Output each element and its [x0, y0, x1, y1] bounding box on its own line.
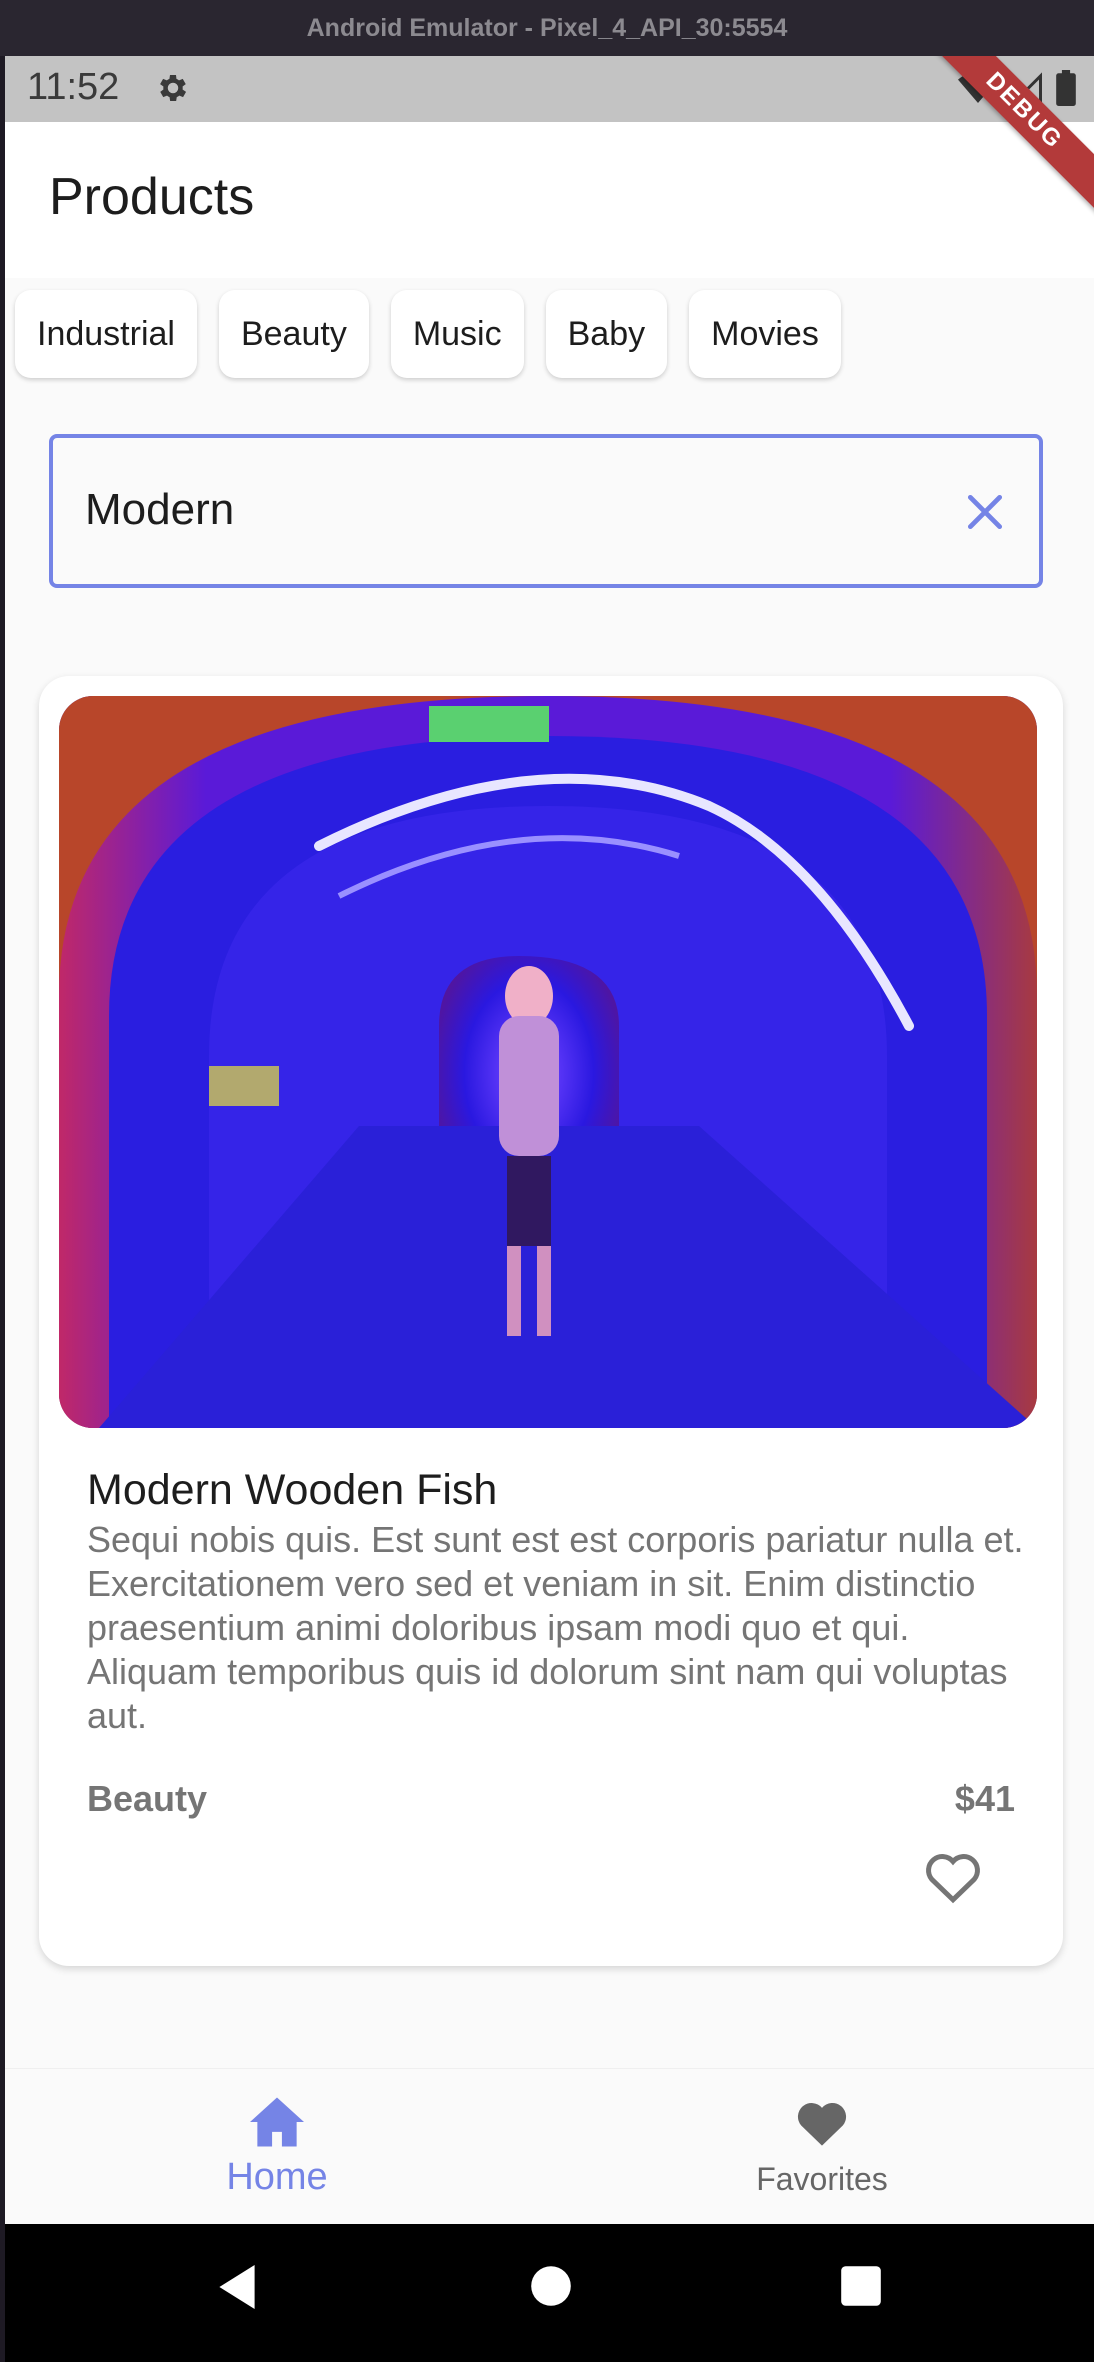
product-category: Beauty [87, 1778, 208, 1819]
product-card[interactable]: Modern Wooden Fish Sequi nobis quis. Est… [39, 676, 1063, 1966]
battery-icon [1056, 70, 1076, 111]
search-input[interactable] [83, 484, 887, 536]
emulator-title-bar: Android Emulator - Pixel_4_API_30:5554 [0, 0, 1094, 56]
product-description: Sequi nobis quis. Est sunt est est corpo… [87, 1519, 1024, 1736]
nav-home-label: Home [226, 2156, 328, 2198]
product-image [59, 696, 1037, 1428]
favorite-heart-icon[interactable] [923, 1848, 983, 1909]
aquarium-tunnel-image [59, 696, 1037, 1428]
status-time: 11:52 [27, 66, 120, 108]
category-chips: Industrial Beauty Music Baby Movies [15, 290, 841, 378]
bottom-navigation: Home Favorites [5, 2068, 1094, 2225]
nav-favorites[interactable]: Favorites [550, 2069, 1094, 2225]
page-title: Products [49, 168, 255, 226]
category-chip-beauty[interactable]: Beauty [218, 290, 369, 378]
category-chip-music[interactable]: Music [390, 290, 524, 378]
status-bar: 11:52 [5, 56, 1094, 122]
nav-favorites-label: Favorites [756, 2161, 888, 2197]
category-chip-movies[interactable]: Movies [689, 290, 841, 378]
app-bar: Products [5, 122, 1094, 278]
android-system-nav [5, 2224, 1094, 2362]
heart-icon [793, 2096, 851, 2153]
emulator-window: Android Emulator - Pixel_4_API_30:5554 1… [0, 0, 1094, 2362]
category-chip-industrial[interactable]: Industrial [15, 290, 197, 378]
product-name: Modern Wooden Fish [87, 1466, 498, 1514]
nav-home[interactable]: Home [5, 2069, 549, 2225]
home-circle-icon[interactable] [529, 2262, 573, 2315]
search-field[interactable] [49, 434, 1043, 588]
recents-square-icon[interactable] [839, 2262, 883, 2315]
settings-gear-icon [155, 70, 191, 111]
product-price: $41 [954, 1778, 1015, 1819]
clear-search-icon[interactable] [963, 490, 1007, 539]
back-icon[interactable] [215, 2262, 259, 2317]
category-chip-baby[interactable]: Baby [545, 290, 668, 378]
emulator-title: Android Emulator - Pixel_4_API_30:5554 [306, 13, 788, 42]
phone-screen: 11:52 DEBUG Products Industrial Beauty M… [5, 56, 1094, 2362]
home-icon [247, 2095, 307, 2154]
